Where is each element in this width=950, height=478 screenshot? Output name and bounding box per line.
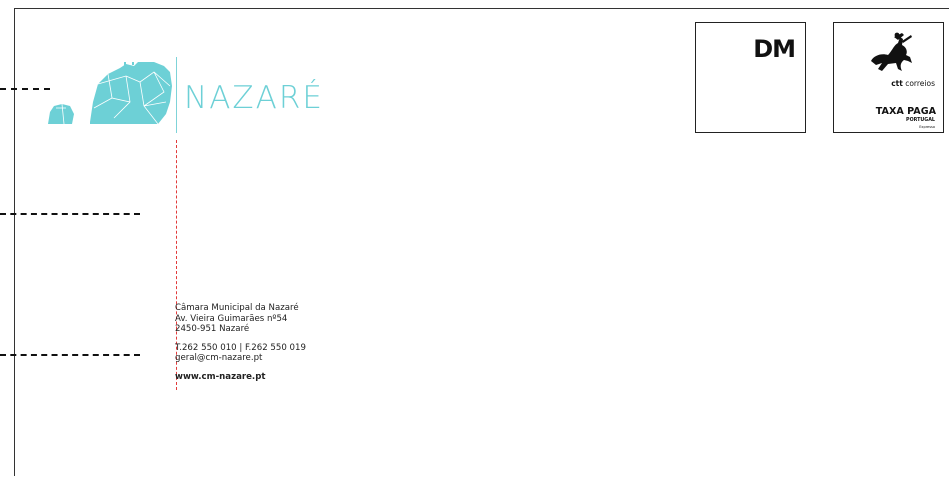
fold-mark-bottom bbox=[0, 354, 140, 356]
sender-website: www.cm-nazare.pt bbox=[175, 371, 266, 382]
postage-note: Expresso bbox=[919, 125, 935, 129]
ctt-postage-box: ctt correios TAXA PAGA PORTUGAL Expresso bbox=[833, 22, 944, 133]
sender-address-block: Câmara Municipal da Nazaré Av. Vieira Gu… bbox=[175, 303, 306, 382]
ctt-brand-rest: correios bbox=[902, 79, 935, 88]
sender-phone: T.262 550 010 | F.262 550 019 bbox=[175, 342, 306, 353]
ctt-brand: ctt correios bbox=[891, 79, 935, 88]
fold-mark-top bbox=[0, 88, 50, 90]
country-label: PORTUGAL bbox=[906, 118, 935, 123]
logo-wordmark: NAZARÉ bbox=[184, 80, 324, 116]
sender-street: Av. Vieira Guimarães nº54 bbox=[175, 313, 288, 324]
logo-divider bbox=[176, 57, 177, 133]
ctt-horse-rider-icon bbox=[871, 32, 912, 71]
taxa-paga-label: TAXA PAGA bbox=[875, 106, 936, 117]
sender-name: Câmara Municipal da Nazaré bbox=[175, 303, 299, 313]
dm-postage-box: DM bbox=[695, 22, 806, 133]
fold-mark-middle bbox=[0, 213, 140, 215]
nazare-landscape-logo-icon bbox=[48, 62, 172, 125]
sender-postal-code: 2450-951 Nazaré bbox=[175, 324, 250, 334]
ctt-brand-bold: ctt bbox=[891, 79, 903, 88]
dm-label: DM bbox=[753, 35, 796, 63]
sender-email: geral@cm-nazare.pt bbox=[175, 353, 263, 363]
